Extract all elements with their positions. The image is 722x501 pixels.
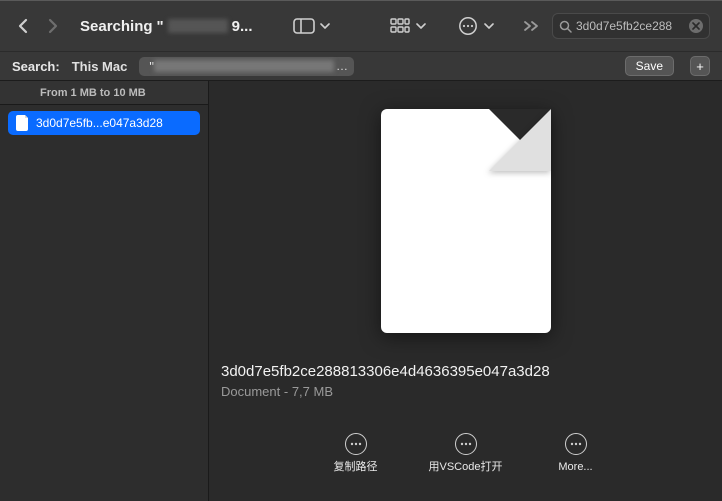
action-label: More... [558, 461, 592, 474]
ellipsis-circle-icon [565, 433, 587, 455]
search-label: Search: [12, 59, 60, 74]
toolbar: Searching "9... [0, 1, 722, 51]
window-title: Searching "9... [80, 18, 253, 35]
chevron-down-icon [319, 13, 331, 39]
search-scope-bar: Search: This Mac " … Save + [0, 51, 722, 81]
chevron-down-icon [483, 13, 495, 39]
action-more[interactable]: More... [536, 433, 616, 501]
action-copy-path[interactable]: 复制路径 [316, 433, 396, 501]
scope-redacted [154, 60, 334, 72]
result-item-selected[interactable]: 3d0d7e5fb...e047a3d28 [8, 111, 200, 135]
quick-actions: 复制路径 用VSCode打开 More... [221, 433, 710, 501]
clear-search-button[interactable] [689, 19, 703, 33]
action-label: 复制路径 [334, 461, 378, 474]
ellipsis-circle-icon [455, 13, 481, 39]
sidebar-toggle[interactable] [291, 13, 331, 39]
finder-window: Searching "9... [0, 0, 722, 501]
preview-size: 7,7 MB [292, 384, 333, 399]
search-icon [559, 20, 572, 33]
preview-kind: Document [221, 384, 280, 399]
results-column: From 1 MB to 10 MB 3d0d7e5fb...e047a3d28 [0, 81, 209, 501]
scope-this-mac[interactable]: This Mac [72, 59, 128, 74]
add-criteria-button[interactable]: + [690, 56, 710, 76]
preview-filename: 3d0d7e5fb2ce288813306e4d4636395e047a3d28 [221, 363, 710, 380]
ellipsis-circle-icon [455, 433, 477, 455]
scope-current-folder[interactable]: " … [139, 57, 354, 76]
result-item-label: 3d0d7e5fb...e047a3d28 [36, 116, 163, 130]
title-redacted [168, 19, 228, 33]
overflow-button[interactable] [518, 13, 544, 39]
search-text: 3d0d7e5fb2ce288 [576, 19, 685, 33]
forward-button[interactable] [42, 15, 64, 37]
results-group-header: From 1 MB to 10 MB [0, 81, 208, 105]
search-input[interactable]: 3d0d7e5fb2ce288 [552, 13, 710, 39]
save-search-button[interactable]: Save [625, 56, 674, 76]
content-area: From 1 MB to 10 MB 3d0d7e5fb...e047a3d28 [0, 81, 722, 501]
back-button[interactable] [12, 15, 34, 37]
grid-icon [387, 13, 413, 39]
preview-thumbnail[interactable] [221, 99, 710, 363]
preview-meta: Document - 7,7 MB [221, 384, 710, 399]
sidebar-icon [291, 13, 317, 39]
title-suffix: 9... [232, 18, 253, 35]
preview-pane: 3d0d7e5fb2ce288813306e4d4636395e047a3d28… [209, 81, 722, 501]
file-icon [16, 115, 30, 131]
action-open-vscode[interactable]: 用VSCode打开 [426, 433, 506, 501]
title-prefix: Searching [80, 18, 153, 35]
ellipsis-circle-icon [345, 433, 367, 455]
view-mode-menu[interactable] [387, 13, 427, 39]
action-label: 用VSCode打开 [429, 461, 503, 474]
ellipsis-icon: … [336, 59, 348, 73]
document-fold-icon [489, 109, 551, 171]
chevron-down-icon [415, 13, 427, 39]
action-menu[interactable] [455, 13, 495, 39]
